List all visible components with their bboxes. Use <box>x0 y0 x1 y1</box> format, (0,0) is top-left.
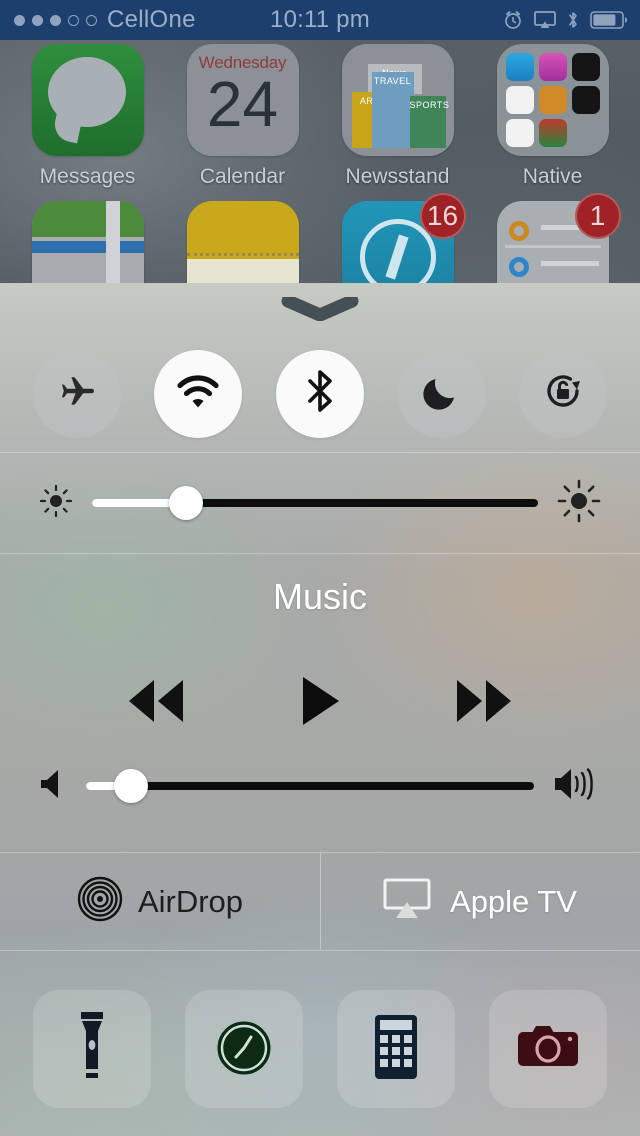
signal-strength-dots <box>14 14 97 26</box>
calculator-icon <box>374 1014 418 1085</box>
clock-label: 10:11 pm <box>270 6 370 33</box>
airdrop-button[interactable]: AirDrop <box>0 853 320 950</box>
mini-weather-icon <box>505 53 534 81</box>
wifi-icon <box>175 371 221 416</box>
app-newsstand[interactable]: News ART TRAVEL SPORTS Newsstand <box>328 44 468 189</box>
app-row-1: Messages Wednesday 24 Calendar News ART <box>0 44 640 189</box>
volume-knob[interactable] <box>113 769 148 803</box>
badge-count: 1 <box>574 193 621 239</box>
magazine-cover-travel: TRAVEL <box>371 72 414 148</box>
wifi-toggle[interactable] <box>154 349 243 438</box>
flashlight-shortcut[interactable] <box>33 990 151 1108</box>
airplane-mode-toggle[interactable] <box>32 349 121 438</box>
signal-dot-5 <box>86 14 97 26</box>
newsstand-icon: News ART TRAVEL SPORTS <box>341 44 454 156</box>
calendar-icon: Wednesday 24 <box>186 44 299 156</box>
badge-count: 16 <box>419 193 466 239</box>
bluetooth-toggle[interactable] <box>275 349 364 438</box>
bluetooth-icon <box>305 367 335 420</box>
signal-dot-1 <box>14 14 25 26</box>
volume-slider-row <box>0 749 640 823</box>
rotation-lock-toggle[interactable] <box>519 349 608 438</box>
play-button[interactable] <box>297 674 343 733</box>
magazine-title: SPORTS <box>409 100 450 110</box>
camera-icon <box>516 1022 580 1077</box>
music-transport-controls <box>0 674 640 733</box>
mini-calculator-icon <box>538 86 567 114</box>
app-label: Native <box>522 165 583 188</box>
app-label: Calendar <box>199 165 286 188</box>
app-messages[interactable]: Messages <box>18 44 158 189</box>
battery-icon <box>590 11 628 29</box>
carrier-label: CellOne <box>107 6 196 33</box>
volume-high-icon <box>552 765 602 808</box>
brightness-high-icon <box>556 478 602 529</box>
next-track-button[interactable] <box>451 676 517 731</box>
do-not-disturb-toggle[interactable] <box>397 349 486 438</box>
previous-track-button[interactable] <box>123 676 189 731</box>
app-calendar[interactable]: Wednesday 24 Calendar <box>173 44 313 189</box>
timer-shortcut[interactable] <box>185 990 303 1108</box>
shortcut-row <box>0 951 640 1136</box>
control-center-panel: Music AirDrop Apple TV <box>0 283 640 1136</box>
status-bar-center: 10:11 pm <box>211 6 429 34</box>
airdrop-icon <box>77 876 123 927</box>
calculator-shortcut[interactable] <box>337 990 455 1108</box>
brightness-slider[interactable] <box>92 486 538 520</box>
music-title: Music <box>272 576 367 617</box>
signal-dot-3 <box>50 14 61 26</box>
mini-voice-memos-icon <box>505 119 534 147</box>
speech-bubble-shape <box>47 57 126 127</box>
brightness-knob[interactable] <box>168 486 203 520</box>
toggle-row <box>0 283 640 452</box>
brightness-low-icon <box>38 483 74 524</box>
iphone-screen: CellOne 10:11 pm Messages Wednesday 24 C… <box>0 0 640 1136</box>
sharing-divider <box>320 853 321 950</box>
mini-music-icon <box>538 53 567 81</box>
mini-compass-icon <box>571 86 600 114</box>
airdrop-label: AirDrop <box>137 883 244 919</box>
airplay-icon <box>534 11 556 29</box>
signal-dot-4 <box>68 14 79 26</box>
timer-icon <box>215 1018 273 1081</box>
sharing-row: AirDrop Apple TV <box>0 853 640 950</box>
alarm-clock-icon <box>503 10 523 30</box>
mini-passbook-icon <box>538 119 567 147</box>
volume-slider[interactable] <box>86 769 534 803</box>
apple-tv-button[interactable]: Apple TV <box>320 853 640 950</box>
airplane-icon <box>54 368 100 419</box>
magazine-title: TRAVEL <box>373 76 412 86</box>
mini-stocks-icon <box>571 53 600 81</box>
moon-icon <box>421 370 463 417</box>
volume-mute-icon <box>38 766 68 807</box>
messages-icon <box>31 44 144 156</box>
brightness-slider-row <box>0 453 640 553</box>
apple-tv-label: Apple TV <box>450 883 577 919</box>
camera-shortcut[interactable] <box>489 990 607 1108</box>
folder-icon <box>496 44 609 156</box>
airplay-icon <box>383 878 435 925</box>
signal-dot-2 <box>32 14 43 26</box>
status-bar-right <box>429 10 640 30</box>
app-label: Newsstand <box>345 165 450 188</box>
mini-photos-icon <box>505 86 534 114</box>
rotation-lock-icon <box>539 367 587 420</box>
bluetooth-icon <box>567 10 579 30</box>
calendar-date: 24 <box>206 68 279 140</box>
flashlight-icon <box>69 1010 115 1089</box>
app-label: Messages <box>39 165 136 188</box>
status-bar: CellOne 10:11 pm <box>0 0 640 40</box>
status-bar-left: CellOne <box>0 6 211 34</box>
music-section: Music <box>0 554 640 852</box>
app-folder-native[interactable]: Native <box>483 44 623 189</box>
magazine-cover-sports: SPORTS <box>409 96 450 148</box>
